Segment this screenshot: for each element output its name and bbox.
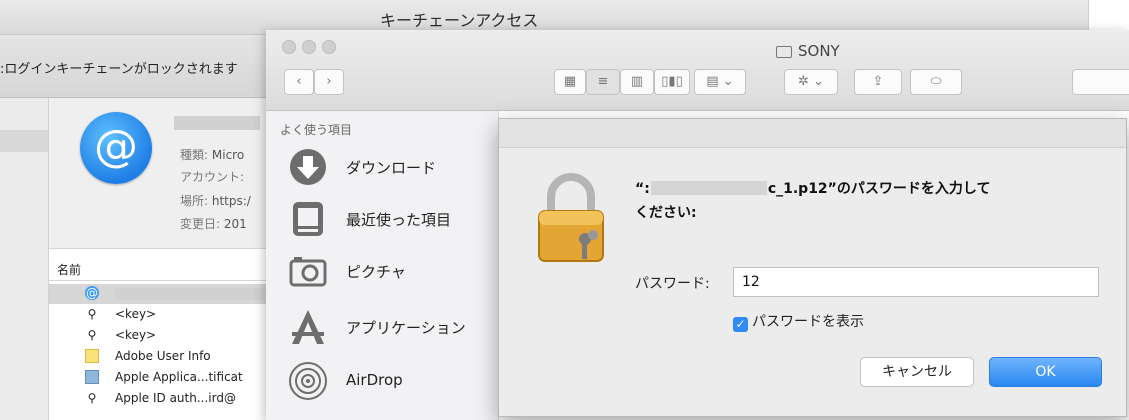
row-label: <key>	[115, 307, 157, 321]
list-icon: ≡	[597, 74, 609, 89]
password-field[interactable]	[733, 267, 1099, 297]
kind-row: 種類: Micro	[180, 146, 244, 163]
sidebar-section-favorites: よく使う項目	[280, 123, 353, 137]
redacted-filename	[650, 181, 767, 195]
cancel-button[interactable]: キャンセル	[860, 357, 974, 387]
kind-value: Micro	[211, 148, 245, 162]
table-row[interactable]: ⚲ <key>	[49, 326, 279, 346]
show-password-label: パスワードを表示	[752, 314, 864, 330]
sidebar-item-label: AirDrop	[346, 371, 403, 389]
keychain-sidebar	[0, 98, 49, 420]
prompt-prefix: “:	[635, 181, 650, 197]
note-icon	[85, 349, 99, 363]
camera-icon	[289, 257, 327, 287]
recents-icon	[293, 202, 323, 236]
arrange-button[interactable]: ▤ ⌄	[694, 69, 746, 95]
row-label: Apple ID auth...ird@	[115, 391, 236, 405]
share-icon: ⇪	[872, 74, 884, 89]
arrange-icon: ▤ ⌄	[706, 74, 734, 89]
row-label: Apple Applica...tificat	[115, 370, 243, 384]
keychain-sidebar-selected[interactable]	[0, 130, 48, 152]
dialog-header	[499, 119, 1126, 148]
chevron-right-icon: ›	[326, 74, 332, 89]
action-button[interactable]: ✲ ⌄	[784, 69, 838, 95]
password-prompt: “: c_1.p12”のパスワードを入力して ください:	[635, 177, 1055, 225]
location-value: https:/	[211, 194, 251, 208]
table-row[interactable]: ⚲ Apple ID auth...ird@	[49, 389, 279, 409]
sidebar-item-label: ピクチャ	[346, 263, 406, 281]
drive-icon	[776, 45, 792, 58]
show-password-checkbox[interactable]: ✓ パスワードを表示	[733, 311, 864, 332]
finder-title: SONY	[776, 42, 840, 60]
modified-label: 変更日:	[180, 217, 221, 231]
close-window-button[interactable]	[282, 40, 296, 54]
lock-icon	[538, 173, 604, 262]
modified-value: 201	[223, 217, 247, 231]
icon-view-button[interactable]: ▦	[554, 69, 586, 95]
table-row[interactable]: @	[49, 284, 279, 304]
share-button[interactable]: ⇪	[854, 69, 902, 95]
location-row: 場所: https:/	[180, 192, 251, 209]
table-row[interactable]: ⚲ <key>	[49, 305, 279, 325]
prompt-suffix: c_1.p12”のパスワードを入力して	[767, 181, 991, 197]
tags-button[interactable]: ⬭	[910, 69, 962, 95]
column-view-button[interactable]: ▥	[620, 69, 654, 95]
columns-icon: ▥	[630, 74, 644, 89]
list-view-button[interactable]: ≡	[586, 69, 620, 95]
finder-toolbar: SONY ‹ › ▦ ≡ ▥ ▯▮▯ ▤ ⌄ ✲ ⌄ ⇪ ⬭	[266, 30, 1129, 111]
password-label: パスワード:	[635, 276, 710, 292]
at-icon: @	[85, 286, 99, 300]
prompt-line2: ください:	[635, 205, 697, 221]
download-icon	[290, 149, 326, 185]
location-label: 場所:	[180, 194, 209, 208]
redacted-row-label	[115, 288, 265, 300]
sidebar-item-label: 最近使った項目	[346, 211, 452, 229]
column-header-name[interactable]: 名前	[49, 258, 279, 281]
checkmark-icon: ✓	[733, 317, 748, 332]
certificate-icon	[85, 370, 99, 384]
forward-button[interactable]: ›	[314, 69, 344, 95]
account-label: アカウント:	[180, 170, 245, 184]
sidebar-item-label: アプリケーション	[346, 319, 466, 337]
key-icon: ⚲	[87, 328, 97, 342]
finder-title-text: SONY	[798, 42, 840, 60]
sidebar-item-label: ダウンロード	[346, 159, 437, 177]
password-dialog: “: c_1.p12”のパスワードを入力して ください: パスワード: ✓ パスワー…	[498, 118, 1127, 417]
coverflow-icon: ▯▮▯	[661, 74, 683, 89]
gear-icon: ✲ ⌄	[798, 74, 824, 89]
search-field[interactable]	[1072, 69, 1129, 95]
finder-sidebar: よく使う項目 ダウンロード 最近使った項目 ピクチャ アプリケーション AirD…	[266, 111, 499, 420]
table-row[interactable]: Adobe User Info	[49, 347, 279, 367]
coverflow-view-button[interactable]: ▯▮▯	[654, 69, 690, 95]
account-row: アカウント:	[180, 168, 244, 185]
at-icon: @	[80, 112, 152, 184]
row-label: Adobe User Info	[115, 349, 211, 363]
grid-icon: ▦	[563, 74, 577, 89]
keychain-lock-message: :ログインキーチェーンがロックされます	[0, 62, 238, 77]
back-button[interactable]: ‹	[284, 69, 314, 95]
modified-row: 変更日: 201	[180, 215, 247, 232]
applications-icon	[292, 310, 324, 344]
table-row[interactable]: Apple Applica...tificat	[49, 368, 279, 388]
key-icon: ⚲	[87, 391, 97, 405]
row-label: <key>	[115, 328, 157, 342]
redacted-item-name	[174, 116, 260, 130]
ok-button[interactable]: OK	[989, 357, 1102, 387]
keychain-window-title: キーチェーンアクセス	[380, 11, 539, 30]
column-header-label: 名前	[57, 263, 82, 277]
zoom-window-button[interactable]	[322, 40, 336, 54]
key-icon: ⚲	[87, 307, 97, 321]
minimize-window-button[interactable]	[302, 40, 316, 54]
chevron-left-icon: ‹	[296, 74, 302, 89]
tag-icon: ⬭	[930, 74, 942, 89]
kind-label: 種類:	[180, 148, 209, 162]
airdrop-icon	[289, 362, 327, 400]
